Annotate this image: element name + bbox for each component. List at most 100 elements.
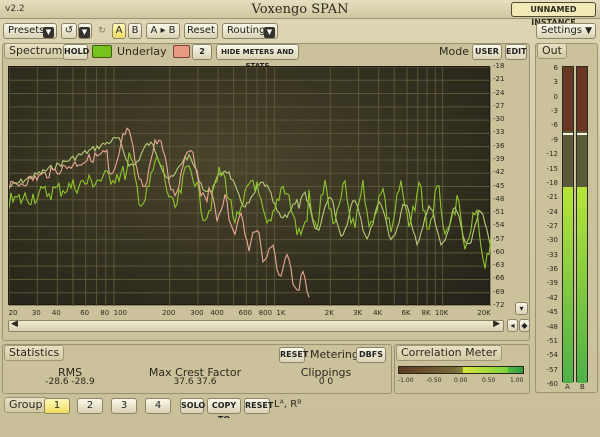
- freq-tick-label: 4K: [373, 309, 383, 317]
- spectrum-label: Spectrum: [4, 43, 68, 59]
- routing-button[interactable]: Routing ▼: [222, 23, 278, 39]
- db-tick-label: -18: [493, 62, 505, 70]
- zoom-reset-icon[interactable]: ◆: [519, 319, 530, 332]
- out-db-tick-label: -45: [546, 308, 558, 317]
- meter-unlit-zone: [577, 131, 587, 187]
- out-db-tick-label: -60: [546, 380, 558, 388]
- db-tick-label: -57: [493, 234, 505, 243]
- undo-history-button[interactable]: ▼: [78, 23, 92, 39]
- instance-name-button[interactable]: UNNAMED INSTANCE: [511, 2, 596, 27]
- out-db-tick-label: -54: [546, 351, 558, 360]
- metering-label: Metering: [310, 348, 359, 361]
- zoom-out-icon[interactable]: ◂: [507, 319, 518, 332]
- underlay-label: Underlay: [117, 45, 167, 58]
- out-db-tick-label: -3: [551, 107, 558, 116]
- spectrum-graph[interactable]: [8, 66, 491, 306]
- statistics-label: Statistics: [4, 345, 65, 361]
- rms-values: -28.6 -28.9: [45, 377, 95, 387]
- channel-b-label: B: [580, 383, 585, 391]
- db-tick-label: -27: [493, 101, 505, 110]
- mode-edit-button[interactable]: EDIT: [505, 44, 527, 60]
- out-db-tick-label: -21: [546, 193, 558, 202]
- db-tick-label: -39: [493, 154, 505, 163]
- db-scale: -18 -21 -24 -27 -30 -33 -36 -39 -42 -45 -48 -51 -54 -…: [491, 60, 513, 309]
- db-tick-label: -48: [493, 194, 505, 203]
- hold-color-swatch[interactable]: [92, 45, 112, 58]
- db-tick-label: -66: [493, 274, 505, 283]
- correlation-label: Correlation Meter: [396, 345, 503, 361]
- group-label: Group: [4, 397, 48, 413]
- spectrum-trace-hold: [9, 136, 491, 249]
- chevron-down-icon: ▼: [43, 27, 54, 38]
- undo-icon: ↺: [64, 25, 74, 36]
- settings-button[interactable]: Settings ▼: [536, 23, 596, 39]
- ab-a-button[interactable]: A: [112, 23, 126, 39]
- out-db-tick-label: 0: [553, 92, 558, 101]
- group-3-button[interactable]: 3: [111, 398, 137, 414]
- span-window: v2.2 Voxengo SPAN UNNAMED INSTANCE Prese…: [0, 0, 600, 437]
- frequency-scale: 20 30 40 60 80 100 200 300 400 600 800 1K 2K 3K 4K 6K 8K…: [8, 308, 498, 318]
- redo-icon[interactable]: ↻: [95, 24, 109, 38]
- out-db-tick-label: -9: [551, 135, 558, 144]
- group-4-button[interactable]: 4: [145, 398, 171, 414]
- db-tick-label: -69: [493, 287, 505, 296]
- correlation-tick-label: 0.00: [454, 377, 468, 384]
- freq-tick-label: 800: [258, 309, 273, 317]
- frequency-scrollbar[interactable]: ◀ ▶: [8, 319, 504, 332]
- out-db-tick-label: -36: [546, 265, 558, 274]
- out-db-tick-label: 3: [553, 78, 558, 87]
- correlation-level: [463, 367, 509, 373]
- underlay-color-swatch[interactable]: [173, 45, 190, 58]
- out-label: Out: [537, 43, 567, 59]
- chevron-down-icon: ▼: [264, 27, 275, 38]
- hide-meters-button[interactable]: HIDE METERS AND STATS: [216, 44, 299, 70]
- freq-tick-label: 100: [113, 309, 127, 317]
- out-db-tick-label: -48: [546, 322, 558, 331]
- routing-label: Routing: [227, 25, 266, 36]
- correlation-tick-label: -0.50: [426, 377, 442, 384]
- ab-b-button[interactable]: B: [128, 23, 142, 39]
- metering-mode-button[interactable]: DBFS: [356, 347, 386, 363]
- channel-a-label: A: [565, 383, 570, 391]
- group-2-button[interactable]: 2: [77, 398, 103, 414]
- db-tick-label: -60: [493, 247, 505, 256]
- hold-button[interactable]: HOLD: [63, 44, 89, 60]
- out-db-tick-label: -42: [546, 293, 558, 302]
- copy-to-button[interactable]: COPY TO: [207, 398, 241, 424]
- scroll-right-icon[interactable]: ▶: [493, 319, 500, 329]
- correlation-tick-label: 0.50: [482, 377, 496, 384]
- db-tick-label: -42: [493, 168, 505, 177]
- meter-level-bar: [577, 187, 587, 383]
- db-tick-label: -51: [493, 208, 505, 217]
- freq-tick-label: 200: [161, 309, 176, 317]
- toolbar: Presets ▼ ↺ ▼ ↻ A B A ▸ B Reset Routing …: [0, 20, 600, 42]
- out-db-tick-label: -57: [546, 365, 558, 374]
- freq-tick-label: 300: [190, 309, 204, 317]
- output-meter-b: [576, 66, 588, 383]
- group-reset-button[interactable]: RESET: [244, 398, 273, 414]
- out-db-tick-label: -18: [546, 178, 558, 187]
- freq-tick-label: 20: [8, 309, 18, 317]
- underlay-number-button[interactable]: 2: [192, 44, 212, 60]
- freq-tick-label: 80: [100, 309, 110, 317]
- chevron-down-icon: ▼: [585, 26, 592, 36]
- mode-user-button[interactable]: USER: [472, 44, 502, 60]
- zoom-in-icon[interactable]: ▾: [515, 302, 528, 315]
- db-tick-label: -54: [493, 221, 505, 230]
- ab-copy-button[interactable]: A ▸ B: [146, 23, 180, 39]
- stats-reset-button[interactable]: RESET: [279, 347, 308, 363]
- meter-peak-line: [563, 133, 573, 135]
- presets-button[interactable]: Presets ▼: [3, 23, 57, 39]
- correlation-tick-label: 1.00: [510, 377, 524, 384]
- app-title: Voxengo SPAN: [251, 2, 349, 17]
- group-1-button[interactable]: 1: [44, 398, 70, 414]
- undo-button[interactable]: ↺: [61, 23, 77, 39]
- scroll-left-icon[interactable]: ◀: [11, 319, 18, 329]
- out-db-tick-label: -6: [551, 121, 558, 130]
- reset-button[interactable]: Reset: [184, 23, 218, 39]
- correlation-meter-bar: [398, 366, 524, 374]
- db-tick-label: -21: [493, 75, 505, 84]
- db-tick-label: -33: [493, 128, 505, 137]
- solo-button[interactable]: SOLO: [180, 398, 205, 414]
- clippings-values: 0 0: [318, 377, 334, 387]
